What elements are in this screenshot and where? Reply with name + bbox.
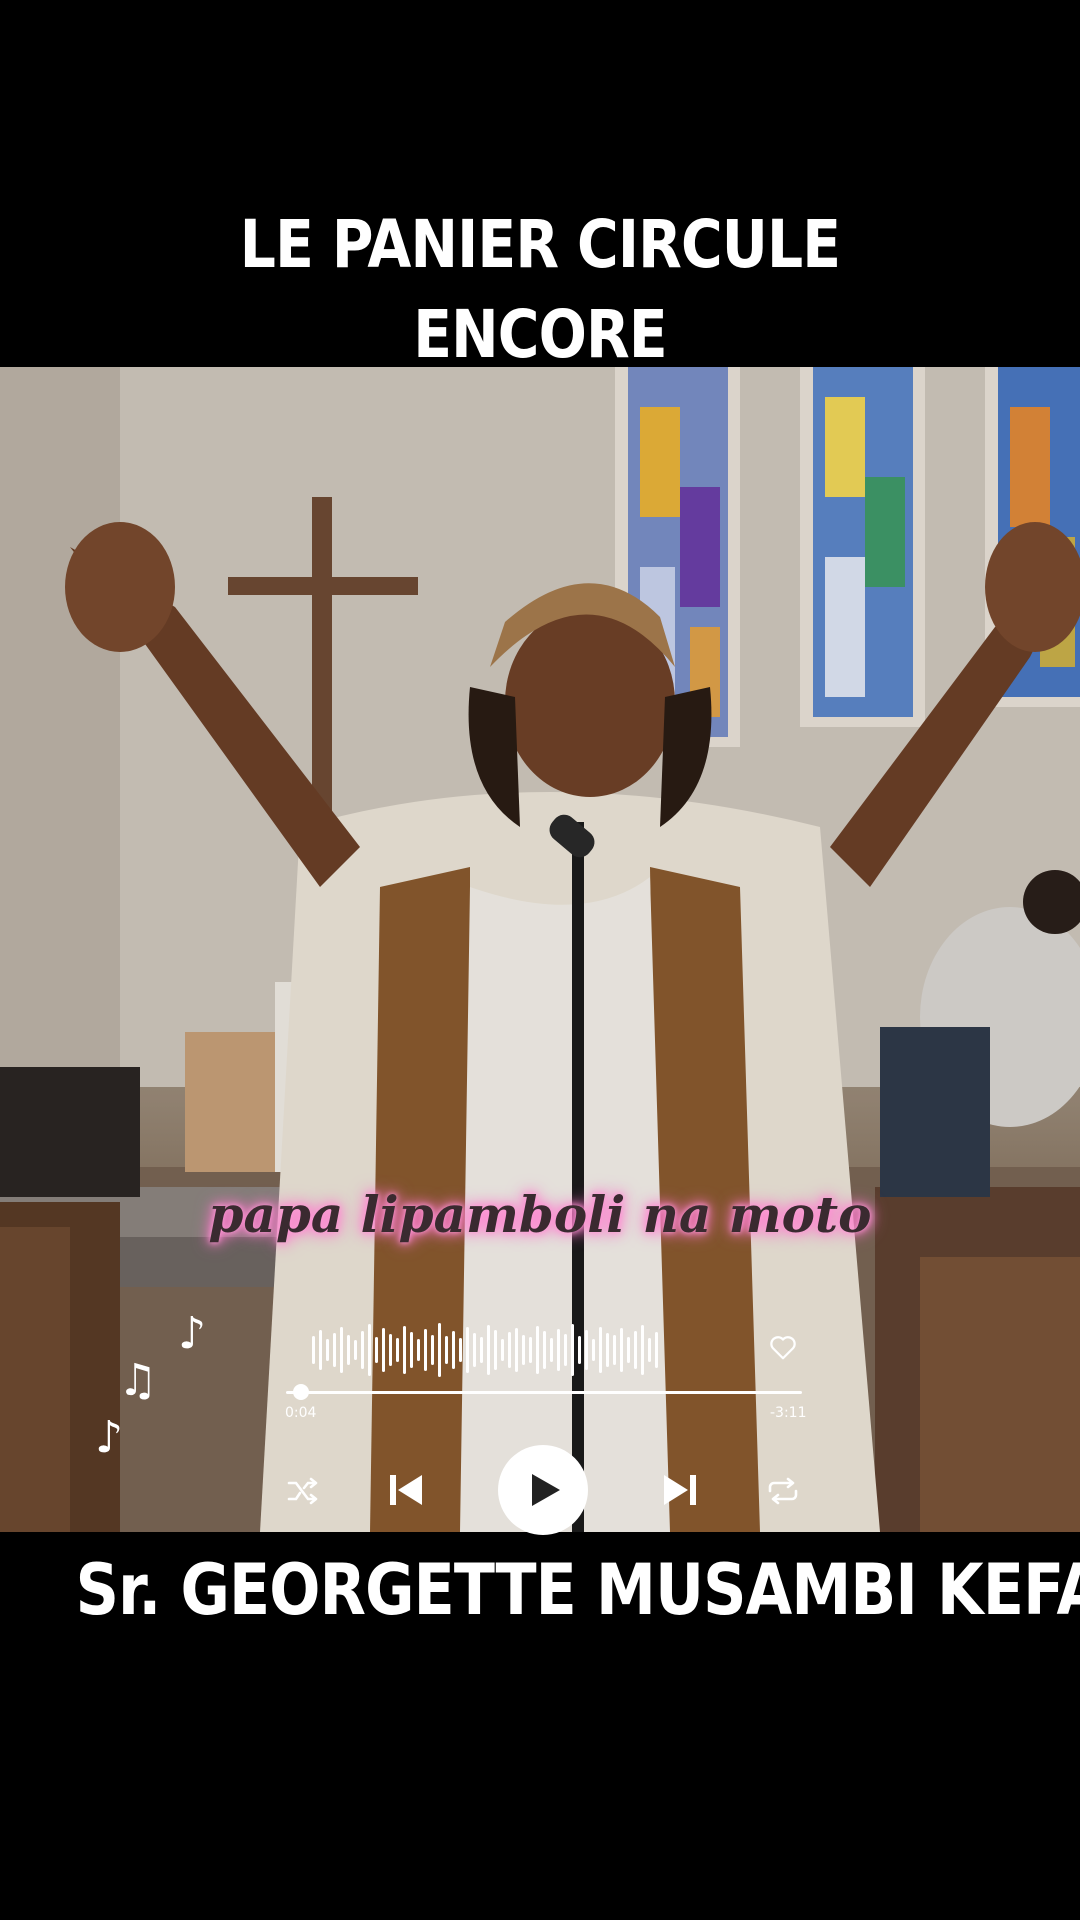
waveform-bar — [627, 1337, 630, 1363]
waveform-bar — [578, 1336, 581, 1364]
waveform-bar — [480, 1337, 483, 1363]
waveform-bar — [445, 1336, 448, 1364]
lyric-caption: papa lipamboli na moto — [208, 1185, 872, 1244]
waveform-bar — [536, 1326, 539, 1374]
music-note-icon: ♪ — [178, 1308, 207, 1359]
waveform-bar — [515, 1328, 518, 1372]
waveform-bar — [382, 1328, 385, 1372]
waveform-bar — [599, 1327, 602, 1373]
repeat-icon[interactable] — [766, 1476, 800, 1506]
waveform-bar — [606, 1333, 609, 1367]
waveform-bar — [620, 1328, 623, 1372]
waveform-bar — [389, 1334, 392, 1366]
waveform-bar — [571, 1324, 574, 1376]
waveform-bar — [655, 1332, 658, 1368]
waveform-bar — [312, 1336, 315, 1364]
waveform-bar — [487, 1325, 490, 1375]
waveform-bar — [368, 1324, 371, 1376]
waveform-bar — [613, 1335, 616, 1365]
waveform-bar — [375, 1337, 378, 1363]
waveform-bar — [557, 1329, 560, 1371]
waveform-bar — [396, 1338, 399, 1362]
heart-icon[interactable] — [768, 1332, 798, 1362]
waveform-bar — [326, 1339, 329, 1361]
waveform-bar — [473, 1333, 476, 1367]
waveform-bar — [564, 1334, 567, 1366]
waveform-bar — [438, 1323, 441, 1377]
waveform-bar — [410, 1332, 413, 1368]
artist-name: Sr. GEORGETTE MUSAMBI KEFA — [75, 1549, 1080, 1631]
waveform-bar — [592, 1339, 595, 1361]
waveform-bar — [648, 1338, 651, 1362]
waveform-bar — [529, 1337, 532, 1363]
waveform-bar — [634, 1331, 637, 1369]
waveform-bar — [333, 1333, 336, 1367]
song-title: LE PANIER CIRCULE ENCORE — [76, 200, 1005, 380]
waveform-bar — [459, 1338, 462, 1362]
waveform-bar — [508, 1332, 511, 1368]
waveform-bar — [501, 1339, 504, 1361]
progress-bar[interactable] — [286, 1391, 802, 1394]
waveform-bar — [361, 1331, 364, 1369]
play-icon — [532, 1474, 560, 1506]
music-note-icon: ♪ — [95, 1412, 124, 1463]
waveform-bar — [340, 1327, 343, 1373]
waveform-bar — [550, 1338, 553, 1362]
waveform-bar — [466, 1327, 469, 1373]
waveform-bar — [424, 1329, 427, 1371]
shuffle-icon[interactable] — [287, 1477, 319, 1505]
waveform-bar — [543, 1331, 546, 1369]
waveform-bar — [522, 1335, 525, 1365]
waveform-bar — [403, 1326, 406, 1374]
waveform-bar — [431, 1335, 434, 1365]
skip-next-icon[interactable] — [660, 1470, 700, 1510]
waveform-bar — [417, 1339, 420, 1361]
skip-previous-icon[interactable] — [386, 1470, 426, 1510]
play-button[interactable] — [498, 1445, 588, 1535]
waveform-bar — [347, 1335, 350, 1365]
audio-waveform — [312, 1322, 658, 1378]
remaining-time: -3:11 — [770, 1405, 807, 1421]
waveform-bar — [452, 1331, 455, 1369]
song-title-line-1: LE PANIER CIRCULE — [239, 206, 841, 283]
waveform-bar — [319, 1330, 322, 1370]
video-frame: LE PANIER CIRCULE ENCORE papa lipamboli … — [0, 0, 1080, 1920]
waveform-bar — [585, 1330, 588, 1370]
waveform-bar — [494, 1330, 497, 1370]
elapsed-time: 0:04 — [285, 1405, 317, 1421]
waveform-bar — [641, 1325, 644, 1375]
music-note-icon: ♫ — [118, 1355, 158, 1406]
waveform-bar — [354, 1340, 357, 1360]
